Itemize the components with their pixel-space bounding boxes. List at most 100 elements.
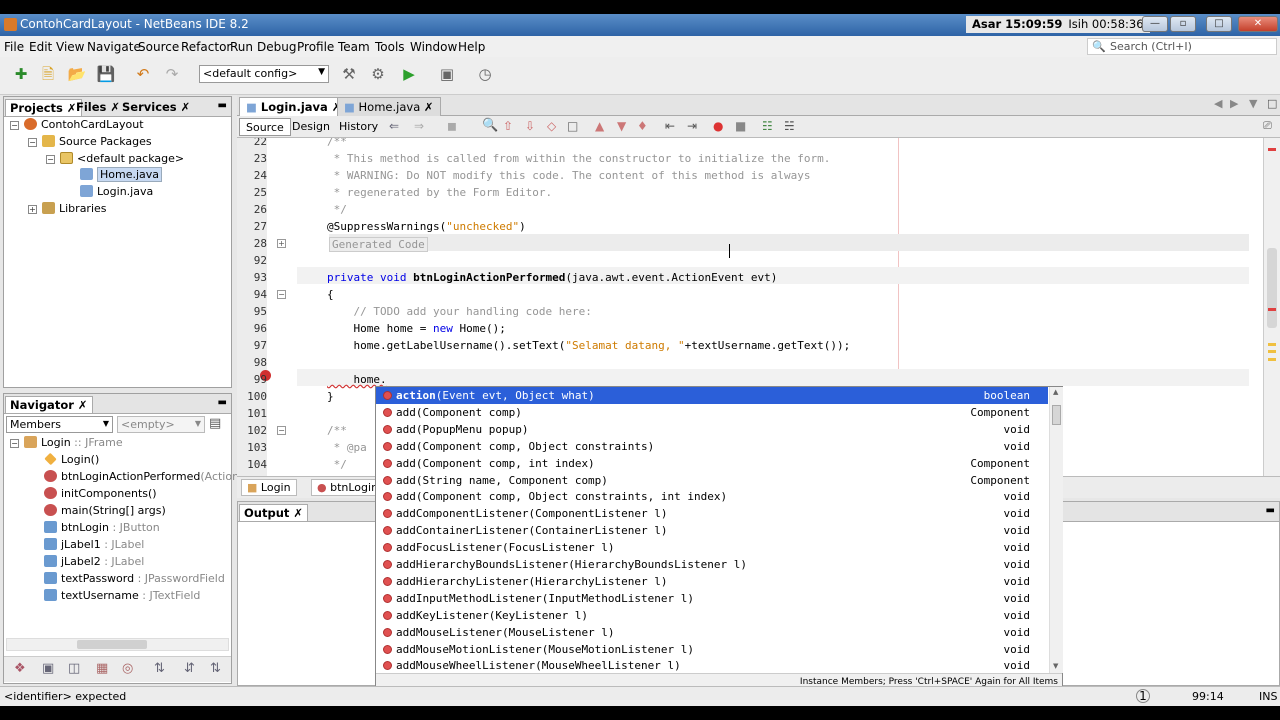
completion-item[interactable]: action(Event evt, Object what) boolean [376,387,1048,404]
nav-item-method[interactable]: btnLoginActionPerformed(ActionEven [44,470,266,483]
completion-item[interactable]: addMouseListener(MouseListener l) void [376,624,1048,641]
menu-source[interactable]: Source [138,40,179,54]
nav-item-field[interactable]: textPassword : JPasswordField [44,572,225,585]
completion-item[interactable]: add(Component comp, Object constraints) v… [376,438,1048,455]
completion-item[interactable]: addHierarchyListener(HierarchyListener l… [376,573,1048,590]
tab-list-icon[interactable]: ▼ [1249,97,1257,110]
completion-item[interactable]: add(PopupMenu popup) void [376,421,1048,438]
split-editor-icon[interactable]: ⎚ [1263,119,1272,133]
filter-fields-icon[interactable]: ▣ [42,661,54,676]
nav-item-field[interactable]: textUsername : JTextField [44,589,200,602]
generated-code-fold[interactable]: Generated Code [329,237,428,252]
tab-login-java[interactable]: ■ Login.java ✗ [239,97,349,116]
minimize-button[interactable]: — [1142,16,1168,32]
notifications-icon[interactable]: 1 [1136,689,1150,703]
completion-item[interactable]: addKeyListener(KeyListener l) void [376,607,1048,624]
redo-icon[interactable]: ↷ [161,63,183,85]
completion-item[interactable]: addInputMethodListener(InputMethodListen… [376,590,1048,607]
search-box[interactable]: 🔍 Search (Ctrl+I) [1087,38,1277,55]
collapse-icon[interactable]: − [28,138,37,147]
scroll-up-icon[interactable]: ▲ [1053,388,1058,396]
minimize-panel-icon[interactable]: ▬ [218,100,227,111]
mode-history[interactable]: History [333,118,384,136]
uncomment-icon[interactable]: ☵ [784,119,795,133]
build-hammer-icon[interactable]: ⚒ [338,63,360,85]
nav-item-field[interactable]: jLabel1 : JLabel [44,538,144,551]
menu-navigate[interactable]: Navigate [87,40,141,54]
filter-nonpublic-icon[interactable]: ▦ [96,661,108,676]
menu-view[interactable]: View [56,40,84,54]
scroll-down-icon[interactable]: ▼ [1053,662,1058,670]
tree-file-home[interactable]: Home.java [80,167,163,182]
tree-source-packages[interactable]: Source Packages [42,135,152,148]
tree-default-package[interactable]: <default package> [60,152,184,165]
menu-window[interactable]: Window [410,40,457,54]
warning-stripe-marker[interactable] [1268,350,1276,353]
scrollbar-thumb[interactable] [1052,405,1061,425]
completion-item[interactable]: add(Component comp) Component [376,404,1048,421]
collapse-icon[interactable]: − [46,155,55,164]
close-icon[interactable]: ✗ [78,398,88,412]
menu-run[interactable]: Run [230,40,253,54]
menu-team[interactable]: Team [338,40,370,54]
completion-item[interactable]: addMouseWheelListener(MouseWheelListener… [376,657,1048,674]
scroll-tabs-right-icon[interactable]: ▶ [1230,97,1238,110]
shift-left-icon[interactable]: ⇤ [665,119,675,133]
debug-icon[interactable]: ▣ [436,63,458,85]
tab-files[interactable]: Files ✗ [72,99,124,116]
completion-item[interactable]: add(Component comp, Object constraints, … [376,488,1048,505]
comment-icon[interactable]: ☷ [762,119,773,133]
mode-design[interactable]: Design [286,118,336,136]
menu-refactor[interactable]: Refactor [181,40,231,54]
tab-home-java[interactable]: ■ Home.java ✗ [337,97,441,116]
completion-item[interactable]: add(Component comp, int index) Component [376,455,1048,472]
close-icon[interactable]: ✗ [424,100,434,114]
completion-item[interactable]: addComponentListener(ComponentListener l… [376,505,1048,522]
completion-scrollbar[interactable]: ▲ ▼ [1049,387,1063,673]
last-edit-icon[interactable]: ◼ [447,119,457,133]
find-icon[interactable]: 🔍 [482,118,498,133]
nav-item-method[interactable]: initComponents() [44,487,157,500]
maximize-editor-icon[interactable]: □ [1267,97,1277,110]
minimize-panel-icon[interactable]: ▬ [1266,505,1275,516]
prev-bookmark-icon[interactable]: ▲ [595,119,604,133]
collapse-icon[interactable]: − [10,121,19,130]
clean-build-icon[interactable]: ⚙ [367,63,389,85]
warning-stripe-marker[interactable] [1268,358,1276,361]
completion-item[interactable]: addHierarchyBoundsListener(HierarchyBoun… [376,556,1048,573]
navigator-hscrollbar[interactable] [6,638,229,651]
close-icon[interactable]: ✗ [293,506,303,520]
warning-stripe-marker[interactable] [1268,343,1276,346]
sort-name-icon[interactable]: ⇵ [184,661,195,676]
filter-icon[interactable]: ▤ [209,416,221,431]
tab-services[interactable]: Services ✗ [118,99,194,116]
mode-source[interactable]: Source [239,118,291,136]
scrollbar-thumb[interactable] [1267,248,1277,328]
nav-item-constructor[interactable]: Login() [44,452,99,466]
find-previous-icon[interactable]: ⇧ [503,119,513,133]
toggle-rect-icon[interactable]: □ [567,119,578,133]
collapse-fold-icon[interactable]: − [277,426,286,435]
empty-select[interactable]: <empty> ▼ [117,416,205,433]
back-icon[interactable]: ⇐ [389,119,399,133]
expand-icon[interactable]: + [28,205,37,214]
completion-item[interactable]: addFocusListener(FocusListener l) void [376,539,1048,556]
tree-libraries[interactable]: Libraries [42,202,107,215]
shift-right-icon[interactable]: ⇥ [687,119,697,133]
error-stripe-marker[interactable] [1268,308,1276,311]
save-all-icon[interactable]: 💾 [95,63,117,85]
expand-fold-icon[interactable]: + [277,239,286,248]
restore-small-button[interactable]: ▫ [1170,16,1196,32]
filter-static-icon[interactable]: ◫ [68,661,80,676]
menu-help[interactable]: Help [458,40,485,54]
menu-edit[interactable]: Edit [29,40,52,54]
toggle-highlight-icon[interactable]: ◇ [547,119,556,133]
completion-item[interactable]: addMouseMotionListener(MouseMotionListen… [376,641,1048,658]
run-icon[interactable]: ▶ [398,63,420,85]
tab-projects[interactable]: Projects ✗ [5,99,82,116]
completion-item[interactable]: addContainerListener(ContainerListener l… [376,522,1048,539]
profile-icon[interactable]: ◷ [474,63,496,85]
completion-item[interactable]: add(String name, Component comp) Componen… [376,472,1048,489]
filter-inner-icon[interactable]: ◎ [122,661,133,676]
editor-vscrollbar[interactable] [1263,138,1280,476]
